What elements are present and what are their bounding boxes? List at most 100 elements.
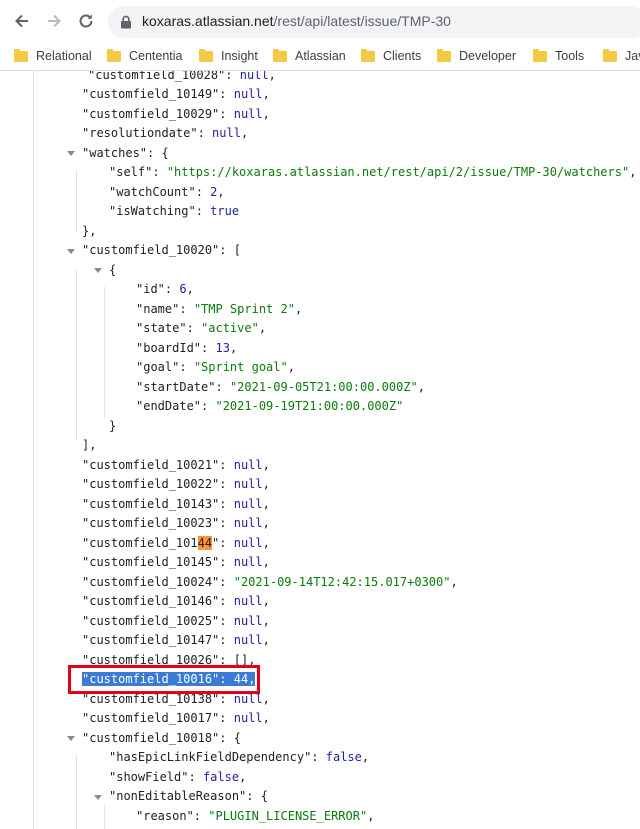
collapse-toggle-sprint-object[interactable]: [94, 268, 102, 273]
indent-guide: [76, 756, 77, 829]
json-key: "self": [109, 165, 153, 179]
json-viewer: "customfield_10028": null, "customfield_…: [0, 71, 640, 829]
find-match-highlight: 44: [197, 536, 213, 550]
json-key: "customfield_10143": [82, 497, 220, 511]
bookmark-label: Atlassian: [295, 49, 346, 63]
json-line: "boardId": 13,: [136, 341, 238, 355]
json-line: "customfield_10022": null,: [82, 477, 270, 491]
json-line: "watchCount": 2,: [109, 185, 225, 199]
json-key: "customfield_10146": [82, 594, 220, 608]
json-value: null: [233, 536, 263, 550]
bookmark-jav[interactable]: Jav: [603, 48, 640, 64]
json-line: "customfield_10023": null,: [82, 516, 270, 530]
json-line: "resolutiondate": null,: [82, 126, 249, 140]
json-value: false: [325, 750, 362, 764]
bookmarks-bar: Relational Cententia Insight Atlassian C…: [0, 42, 640, 71]
bookmark-cententia[interactable]: Cententia: [107, 48, 183, 64]
json-value: true: [210, 204, 240, 218]
json-key: "customfield_10028": [88, 71, 226, 82]
json-value: null: [233, 477, 263, 491]
back-button[interactable]: [10, 9, 34, 33]
json-value: 13: [215, 341, 230, 355]
json-line: "showField": false,: [109, 770, 247, 784]
lock-icon[interactable]: [120, 15, 132, 29]
url-domain: koxaras.atlassian.net: [142, 13, 274, 29]
collapse-toggle-watches[interactable]: [67, 151, 75, 156]
json-key: "resolutiondate": [82, 126, 198, 140]
bookmark-atlassian[interactable]: Atlassian: [273, 48, 346, 64]
bookmark-tools[interactable]: Tools: [533, 48, 584, 64]
json-value: 6: [179, 282, 187, 296]
json-value: "2021-09-14T12:42:15.017+0300": [233, 575, 451, 589]
json-value: "2021-09-19T21:00:00.000Z": [215, 399, 404, 413]
json-value: null: [212, 126, 241, 140]
json-line: "goal": "Sprint goal",: [136, 360, 295, 374]
folder-icon: [437, 48, 451, 62]
indent-guide: [33, 71, 34, 829]
folder-icon: [107, 48, 121, 62]
json-key: "customfield_10138": [82, 692, 220, 706]
json-line: "hasEpicLinkFieldDependency": false,: [109, 750, 370, 764]
indent-guide: [76, 171, 77, 231]
collapse-toggle-customfield-10018[interactable]: [67, 736, 75, 741]
collapse-toggle-customfield-10020[interactable]: [67, 249, 75, 254]
json-value: "active": [201, 321, 259, 335]
json-line: "endDate": "2021-09-19T21:00:00.000Z": [136, 399, 404, 413]
json-value: "TMP Sprint 2": [193, 302, 295, 316]
json-key: "customfield_10145": [82, 555, 220, 569]
address-bar[interactable]: koxaras.atlassian.net/rest/api/latest/is…: [108, 6, 640, 38]
json-value: "https://koxaras.atlassian.net/rest/api/…: [166, 165, 630, 179]
json-key: "customfield_10029": [82, 107, 220, 121]
json-line: {: [109, 263, 117, 277]
bookmark-label: Relational: [36, 49, 92, 63]
reload-button[interactable]: [74, 9, 98, 33]
json-key: "customfield_10022": [82, 477, 220, 491]
json-key: "reason": [136, 809, 194, 823]
json-line: "customfield_10017": null,: [82, 711, 270, 725]
bookmark-label: Developer: [459, 49, 516, 63]
json-line: "state": "active",: [136, 321, 267, 335]
back-arrow-icon: [15, 14, 28, 28]
json-key: "hasEpicLinkFieldDependency": [109, 750, 312, 764]
json-value: null: [233, 458, 263, 472]
json-key: "boardId": [136, 341, 202, 355]
json-value: null: [233, 497, 263, 511]
json-line: "customfield_10020": [: [82, 243, 241, 257]
json-line: "customfield_10144": null,: [82, 536, 270, 550]
json-line: "startDate": "2021-09-05T21:00:00.000Z",: [136, 380, 426, 394]
indent-guide: [76, 269, 77, 439]
json-value: null: [233, 107, 263, 121]
json-line: "reason": "PLUGIN_LICENSE_ERROR",: [136, 809, 375, 823]
json-line: "customfield_10025": null,: [82, 614, 270, 628]
bookmark-clients[interactable]: Clients: [361, 48, 421, 64]
json-line: }: [109, 419, 117, 433]
forward-button[interactable]: [42, 9, 66, 33]
bookmark-developer[interactable]: Developer: [437, 48, 516, 64]
json-key: "isWatching": [109, 204, 196, 218]
json-line: "id": 6,: [136, 282, 194, 296]
url-text[interactable]: koxaras.atlassian.net/rest/api/latest/is…: [142, 13, 451, 29]
json-key: "customfield_10017": [82, 711, 220, 725]
indent-guide: [104, 287, 105, 417]
forward-arrow-icon: [48, 14, 61, 28]
bookmark-label: Tools: [555, 49, 585, 63]
json-value: "PLUGIN_LICENSE_ERROR": [208, 809, 368, 823]
json-value: null: [233, 711, 263, 725]
folder-icon: [603, 48, 617, 62]
json-key: "customfield_10025": [82, 614, 220, 628]
json-line: "customfield_10145": null,: [82, 555, 270, 569]
json-key: "startDate": [136, 380, 216, 394]
bookmark-relational[interactable]: Relational: [14, 48, 92, 64]
json-key: "watches": [82, 146, 148, 160]
json-value: null: [233, 555, 263, 569]
json-line: "customfield_10138": null,: [82, 692, 270, 706]
json-line: "customfield_10018": {: [82, 731, 241, 745]
json-line: "customfield_10028": null,: [88, 71, 276, 85]
folder-icon: [199, 48, 213, 62]
json-value: null: [233, 692, 263, 706]
bookmark-insight[interactable]: Insight: [199, 48, 258, 64]
json-key: "customfield_10024": [82, 575, 220, 589]
json-value: null: [233, 633, 263, 647]
collapse-toggle-noneditablereason[interactable]: [94, 795, 102, 800]
json-line: "customfield_10149": null,: [82, 87, 270, 101]
